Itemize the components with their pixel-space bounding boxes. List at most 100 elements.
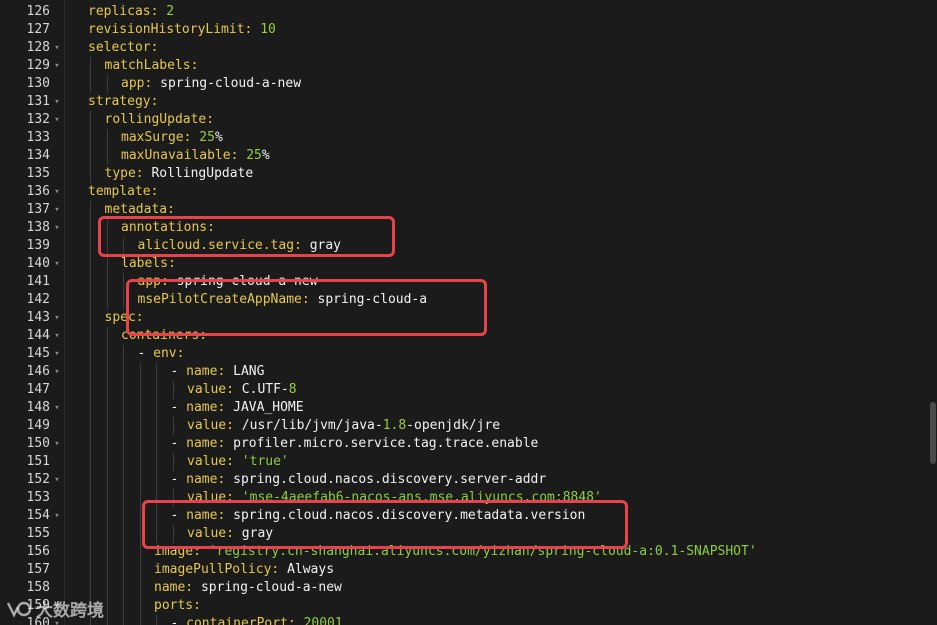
code-line[interactable]: 152 ▾ - name: spring.cloud.nacos.discovery…	[0, 471, 937, 489]
code-line[interactable]: 134 maxUnavailable: 25%	[0, 147, 937, 165]
fold-arrow-icon[interactable]: ▾	[53, 507, 61, 525]
indent-guide	[106, 417, 108, 435]
indent-guide	[90, 273, 91, 291]
code-token: LANG	[233, 364, 265, 379]
line-number: 138	[26, 220, 50, 235]
code-line[interactable]: 144 ▾ containers:	[0, 327, 937, 345]
code-line[interactable]: 129 ▾ matchLabels:	[0, 57, 937, 75]
indent-guide	[123, 597, 124, 615]
code-line[interactable]: 149 value: /usr/lib/jvm/java-1.8-openjdk/…	[0, 417, 937, 435]
line-number: 150	[26, 436, 50, 451]
indent-guide	[106, 507, 108, 525]
code-token: spring.cloud.nacos.discovery.metadata.ve…	[233, 508, 586, 523]
code-token: containerPort:	[186, 616, 304, 625]
code-line[interactable]: 132 ▾ rollingUpdate:	[0, 111, 937, 129]
code-line[interactable]: 141 app: spring-cloud-a-new	[0, 273, 937, 291]
indent-guide	[172, 417, 174, 435]
indent-guide	[156, 615, 157, 625]
code-editor[interactable]: 126 replicas: 2 127 revisionHistoryLimit: 1…	[0, 0, 937, 625]
code-line[interactable]: 160 ▾ - containerPort: 20001	[0, 615, 937, 625]
code-line[interactable]: 138 ▾ annotations:	[0, 219, 937, 237]
fold-arrow-icon[interactable]: ▾	[53, 219, 61, 237]
code-line[interactable]: 142 msePilotCreateAppName: spring-cloud-a	[0, 291, 937, 309]
code-line[interactable]: 137 ▾ metadata:	[0, 201, 937, 219]
fold-arrow-icon[interactable]: ▾	[53, 255, 61, 273]
vertical-scrollbar[interactable]	[929, 0, 937, 625]
indent-guide	[90, 201, 91, 219]
code-line[interactable]: 148 ▾ - name: JAVA_HOME	[0, 399, 937, 417]
code-line[interactable]: 155 value: gray	[0, 525, 937, 543]
fold-arrow-icon[interactable]: ▾	[53, 201, 61, 219]
code-line[interactable]: 130 app: spring-cloud-a-new	[0, 75, 937, 93]
indent-guide	[123, 435, 124, 453]
fold-arrow-icon[interactable]: ▾	[53, 39, 61, 57]
indent-guide	[90, 435, 91, 453]
code-token: value:	[187, 382, 242, 397]
code-token: -	[170, 436, 187, 451]
fold-arrow-icon[interactable]: ▾	[53, 471, 61, 489]
fold-arrow-icon[interactable]: ▾	[53, 345, 61, 363]
code-line[interactable]: 157 imagePullPolicy: Always	[0, 561, 937, 579]
code-line[interactable]: 146 ▾ - name: LANG	[0, 363, 937, 381]
indent-guide	[106, 363, 108, 381]
line-number: 135	[26, 166, 50, 181]
indent-guide	[156, 381, 157, 399]
code-line[interactable]: 127 revisionHistoryLimit: 10	[0, 21, 937, 39]
scrollbar-thumb[interactable]	[930, 402, 936, 464]
code-line[interactable]: 135 type: RollingUpdate	[0, 165, 937, 183]
code-text: msePilotCreateAppName: spring-cloud-a	[138, 291, 428, 309]
code-token: name:	[186, 364, 234, 379]
code-line[interactable]: 150 ▾ - name: profiler.micro.service.tag.t…	[0, 435, 937, 453]
code-token: -	[170, 472, 187, 487]
indent-guide	[90, 561, 91, 579]
code-line[interactable]: 151 value: 'true'	[0, 453, 937, 471]
indent-guide	[106, 399, 108, 417]
line-number: 131	[26, 94, 50, 109]
code-line[interactable]: 133 maxSurge: 25%	[0, 129, 937, 147]
code-line[interactable]: 145 ▾ - env:	[0, 345, 937, 363]
code-line[interactable]: 128 ▾ selector:	[0, 39, 937, 57]
code-token: 'true'	[241, 454, 289, 469]
line-number: 142	[26, 292, 50, 307]
line-number: 140	[26, 256, 50, 271]
line-number: 129	[26, 58, 50, 73]
code-text: rollingUpdate:	[105, 111, 215, 129]
fold-arrow-icon[interactable]: ▾	[53, 435, 61, 453]
indent-guide	[139, 381, 141, 399]
code-token: replicas:	[88, 4, 167, 19]
code-token: value:	[187, 526, 242, 541]
fold-arrow-icon[interactable]: ▾	[53, 111, 61, 129]
indent-guide	[139, 597, 141, 615]
line-number: 145	[26, 346, 50, 361]
fold-arrow-icon[interactable]: ▾	[53, 327, 61, 345]
fold-arrow-icon[interactable]: ▾	[53, 93, 61, 111]
code-line[interactable]: 159 ▾ ports:	[0, 597, 937, 615]
code-token: gray	[309, 238, 341, 253]
code-line[interactable]: 153 value: 'mse-4aeefab6-nacos-ans.mse.al…	[0, 489, 937, 507]
code-line[interactable]: 154 ▾ - name: spring.cloud.nacos.discovery…	[0, 507, 937, 525]
code-line[interactable]: 140 ▾ labels:	[0, 255, 937, 273]
code-line[interactable]: 158 name: spring-cloud-a-new	[0, 579, 937, 597]
code-token: maxUnavailable:	[121, 148, 247, 163]
fold-arrow-icon[interactable]: ▾	[53, 399, 61, 417]
fold-arrow-icon[interactable]: ▾	[53, 183, 61, 201]
code-line[interactable]: 131 ▾ strategy:	[0, 93, 937, 111]
fold-arrow-icon[interactable]: ▾	[53, 363, 61, 381]
indent-guide	[106, 327, 108, 345]
indent-guide	[123, 615, 124, 625]
code-line[interactable]: 147 value: C.UTF-8	[0, 381, 937, 399]
code-text: value: 'mse-4aeefab6-nacos-ans.mse.aliyu…	[187, 489, 602, 507]
code-text: revisionHistoryLimit: 10	[88, 21, 276, 39]
fold-arrow-icon[interactable]: ▾	[53, 57, 61, 75]
code-line[interactable]: 136 ▾ template:	[0, 183, 937, 201]
code-token: spring-cloud-a-new	[160, 76, 302, 91]
indent-guide	[123, 291, 124, 309]
code-line[interactable]: 143 ▾ spec:	[0, 309, 937, 327]
code-text: - name: spring.cloud.nacos.discovery.ser…	[171, 471, 547, 489]
code-line[interactable]: 139 alicloud.service.tag: gray	[0, 237, 937, 255]
code-line[interactable]: 156 image: 'registry.cn-shanghai.aliyuncs…	[0, 543, 937, 561]
code-line[interactable]: 126 replicas: 2	[0, 3, 937, 21]
code-token: -	[170, 508, 187, 523]
fold-arrow-icon[interactable]: ▾	[53, 309, 61, 327]
indent-guide	[90, 507, 91, 525]
